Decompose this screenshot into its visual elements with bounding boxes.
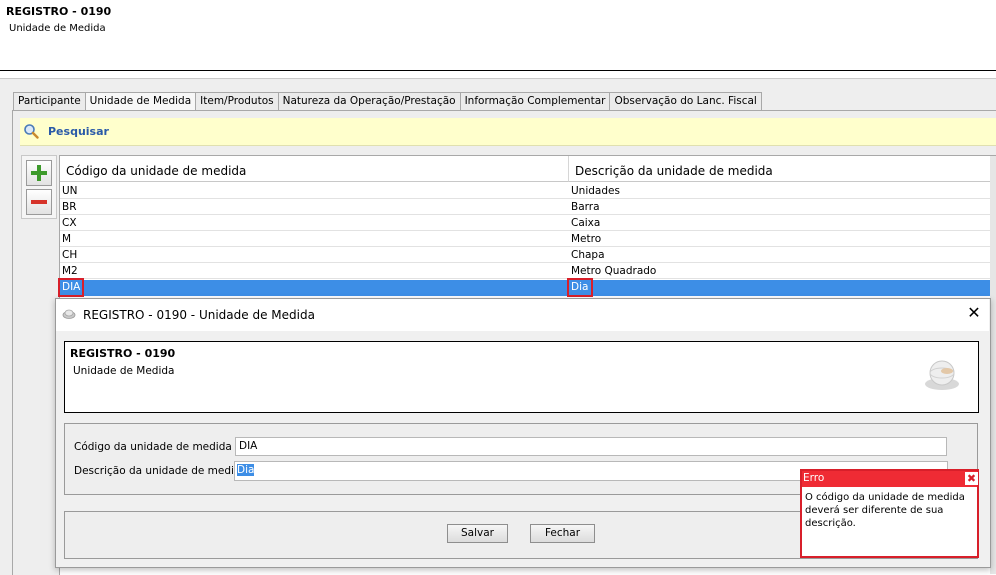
cell-description: Caixa [569, 216, 996, 231]
error-title: Erro [803, 472, 825, 484]
plus-icon [31, 165, 47, 181]
search-label[interactable]: Pesquisar [48, 125, 109, 138]
search-bar[interactable] [20, 118, 996, 146]
cell-description: Chapa [569, 248, 996, 263]
table-row[interactable]: BR Barra [60, 200, 996, 216]
cell-code: CH [60, 248, 569, 263]
row-toolbar [21, 155, 57, 219]
table-row[interactable]: M2 Metro Quadrado [60, 264, 996, 280]
code-field-label: Código da unidade de medida [74, 441, 232, 453]
page-subtitle: Unidade de Medida [9, 23, 106, 34]
error-close-icon[interactable]: ✖ [965, 472, 978, 485]
table-row-selected[interactable]: DIA Dia [58, 278, 996, 297]
cell-code: DIA [58, 278, 84, 297]
tab-participante[interactable]: Participante [13, 92, 86, 110]
cell-code: UN [60, 184, 569, 199]
tab-item-produtos[interactable]: Item/Produtos [195, 92, 279, 110]
dialog-info-title: REGISTRO - 0190 [70, 347, 176, 360]
table-row[interactable]: CX Caixa [60, 216, 996, 232]
column-header-description[interactable]: Descrição da unidade de medida [569, 156, 996, 182]
header-divider [0, 70, 996, 71]
description-field-label: Descrição da unidade de medida [74, 465, 248, 477]
close-icon[interactable]: ✕ [964, 303, 984, 323]
cell-description: Unidades [569, 184, 996, 199]
close-button[interactable]: Fechar [530, 524, 595, 543]
tab-natureza-operacao[interactable]: Natureza da Operação/Prestação [277, 92, 461, 110]
description-field-selected-text: Dia [237, 464, 255, 476]
globe-logo-icon [925, 360, 959, 390]
error-tooltip-header [802, 471, 977, 487]
magnifier-icon[interactable] [23, 123, 39, 139]
tab-observacao-lanc-fiscal[interactable]: Observação do Lanc. Fiscal [609, 92, 762, 110]
add-row-button[interactable] [26, 160, 52, 186]
cell-code: M [60, 232, 569, 247]
cell-description: Metro Quadrado [569, 264, 996, 279]
tab-bar: Participante Unidade de Medida Item/Prod… [13, 92, 762, 111]
table-body: UN Unidades BR Barra CX Caixa M Metro CH… [58, 184, 996, 297]
table-row[interactable]: M Metro [60, 232, 996, 248]
cell-code: BR [60, 200, 569, 215]
cell-description: Metro [569, 232, 996, 247]
remove-row-button[interactable] [26, 189, 52, 215]
table-row[interactable]: UN Unidades [60, 184, 996, 200]
cell-description: Barra [569, 200, 996, 215]
minus-icon [31, 200, 47, 204]
dialog-info-subtitle: Unidade de Medida [73, 365, 175, 377]
tab-unidade-de-medida[interactable]: Unidade de Medida [84, 92, 197, 111]
app-icon [62, 309, 76, 319]
cell-code: CX [60, 216, 569, 231]
save-button[interactable]: Salvar [447, 524, 508, 543]
table-row[interactable]: CH Chapa [60, 248, 996, 264]
column-header-code[interactable]: Código da unidade de medida [60, 156, 569, 182]
code-field[interactable]: DIA [235, 437, 947, 456]
dialog-title: REGISTRO - 0190 - Unidade de Medida [83, 308, 315, 322]
page-title: REGISTRO - 0190 [6, 5, 112, 18]
cell-code: M2 [60, 264, 569, 279]
cell-description: Dia [567, 278, 593, 297]
error-message: O código da unidade de medida deverá ser… [805, 492, 965, 529]
tab-informacao-complementar[interactable]: Informação Complementar [459, 92, 611, 110]
dialog-info-panel [64, 341, 979, 413]
